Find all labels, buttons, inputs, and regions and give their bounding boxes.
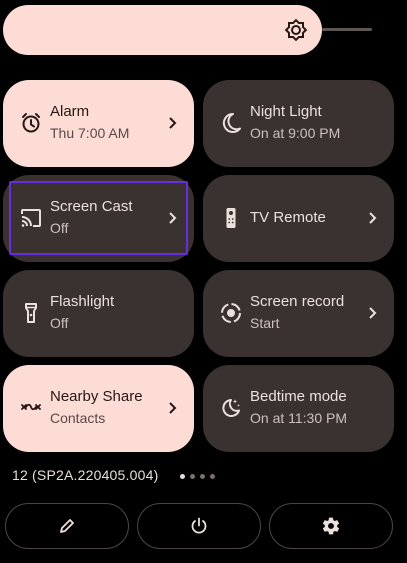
- tile-label: TV Remote: [250, 209, 326, 226]
- tile-flashlight[interactable]: Flashlight Off: [3, 270, 194, 357]
- tile-label: Screen Cast: [50, 198, 133, 215]
- chevron-right-icon: [169, 212, 177, 224]
- power-icon: [191, 517, 207, 534]
- nearby-share-icon: [21, 403, 41, 411]
- tile-label: Bedtime mode: [250, 388, 347, 405]
- tile-label: Screen record: [250, 293, 345, 310]
- screen-record-icon: [221, 303, 241, 323]
- tile-screen-record[interactable]: Screen record Start: [203, 270, 394, 357]
- bedtime-icon: [222, 399, 240, 417]
- brightness-icon: [284, 18, 308, 42]
- page-dot: [180, 474, 185, 479]
- tile-label: Nearby Share: [50, 388, 143, 405]
- tile-status: Off: [50, 220, 69, 236]
- tile-label: Alarm: [50, 103, 90, 120]
- flashlight-icon: [25, 303, 37, 323]
- page-dot: [210, 474, 215, 479]
- page-indicator: [180, 474, 215, 479]
- tile-nearby-share[interactable]: Nearby Share Contacts: [3, 365, 194, 452]
- edit-button[interactable]: [5, 503, 129, 549]
- tile-night-light[interactable]: Night Light On at 9:00 PM: [203, 80, 394, 167]
- tile-tv-remote[interactable]: TV Remote: [203, 175, 394, 262]
- page-dot: [200, 474, 205, 479]
- tile-alarm[interactable]: Alarm Thu 7:00 AM: [3, 80, 194, 167]
- alarm-icon: [22, 113, 40, 133]
- build-number[interactable]: 12 (SP2A.220405.004): [12, 467, 158, 483]
- chevron-right-icon: [169, 402, 177, 414]
- page-dot: [190, 474, 195, 479]
- tile-status: Start: [250, 315, 280, 331]
- cast-icon: [21, 209, 41, 227]
- brightness-slider[interactable]: [3, 5, 322, 55]
- power-button[interactable]: [137, 503, 261, 549]
- settings-button[interactable]: [269, 503, 393, 549]
- tile-label: Night Light: [250, 103, 322, 120]
- tile-status: Contacts: [50, 410, 106, 426]
- tile-status: Off: [50, 315, 69, 331]
- brightness-track[interactable]: [322, 28, 372, 31]
- tile-label: Flashlight: [50, 293, 115, 310]
- chevron-right-icon: [169, 117, 177, 129]
- tile-bedtime-mode[interactable]: Bedtime mode On at 11:30 PM: [203, 365, 394, 452]
- tile-status: On at 11:30 PM: [250, 410, 348, 426]
- edit-icon: [60, 519, 74, 533]
- settings-icon: [322, 517, 340, 535]
- tile-screen-cast[interactable]: Screen Cast Off: [3, 175, 194, 262]
- tile-status: On at 9:00 PM: [250, 125, 341, 141]
- night-light-icon: [222, 112, 241, 133]
- tv-remote-icon: [226, 208, 236, 228]
- tile-status: Thu 7:00 AM: [50, 125, 130, 141]
- chevron-right-icon: [369, 307, 377, 319]
- chevron-right-icon: [369, 212, 377, 224]
